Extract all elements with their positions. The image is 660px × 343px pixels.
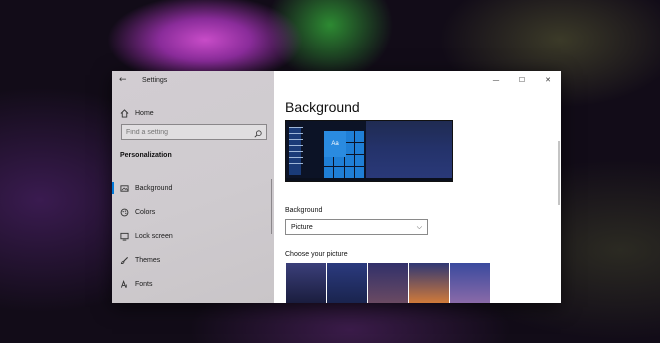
brush-icon (120, 256, 129, 265)
preview-taskbar (286, 178, 452, 181)
title-bar: ← Settings (112, 71, 274, 89)
sidebar-item-fonts[interactable]: Fonts (112, 272, 274, 296)
image-icon (120, 184, 129, 193)
choose-picture-label: Choose your picture (285, 251, 348, 258)
sidebar-item-label: Background (135, 184, 173, 192)
home-icon (120, 108, 129, 118)
home-nav-item[interactable]: Home (112, 101, 154, 125)
window-controls: — ☐ ✕ (483, 71, 561, 89)
sidebar-item-label: Lock screen (135, 232, 173, 240)
sidebar-item-lock-screen[interactable]: Lock screen (112, 224, 274, 248)
background-field-label: Background (285, 207, 323, 214)
picture-thumbnail[interactable] (286, 263, 326, 303)
palette-icon (120, 208, 129, 217)
preview-list-lines (289, 127, 303, 169)
sidebar-item-label: Fonts (135, 280, 153, 288)
section-title: Personalization (120, 152, 172, 159)
sidebar: ← Settings Home Personalization Backgrou… (112, 71, 274, 303)
search-box[interactable] (121, 124, 267, 140)
lock-screen-icon (120, 232, 129, 241)
picture-thumbnail[interactable] (368, 263, 408, 303)
main-scrollbar[interactable] (558, 141, 560, 205)
sidebar-item-label: Themes (135, 256, 161, 264)
maximize-button[interactable]: ☐ (509, 71, 535, 89)
picture-thumbnail[interactable] (450, 263, 490, 303)
picture-thumbnail[interactable] (327, 263, 367, 303)
close-button[interactable]: ✕ (535, 71, 561, 89)
window-title: Settings (142, 76, 168, 84)
dropdown-value: Picture (291, 223, 313, 231)
search-input[interactable] (126, 128, 246, 136)
background-preview: Aa (285, 120, 453, 182)
settings-window: ← Settings Home Personalization Backgrou… (112, 71, 561, 303)
page-title: Background (285, 99, 360, 115)
sidebar-item-themes[interactable]: Themes (112, 248, 274, 272)
back-arrow-icon[interactable]: ← (119, 75, 133, 85)
picture-thumbnail[interactable] (409, 263, 449, 303)
main-pane: — ☐ ✕ Background Aa Background Picture ⌵… (274, 71, 561, 303)
nav-list: Background Colors Lock screen Themes Fon… (112, 176, 274, 296)
sidebar-item-colors[interactable]: Colors (112, 200, 274, 224)
background-type-dropdown[interactable]: Picture ⌵ (285, 219, 428, 235)
sidebar-item-background[interactable]: Background (112, 176, 274, 200)
chevron-down-icon: ⌵ (416, 222, 422, 231)
sidebar-item-label: Colors (135, 208, 156, 216)
sidebar-scrollbar[interactable] (271, 179, 272, 234)
preview-start-menu: Aa (286, 121, 366, 181)
home-label: Home (135, 109, 154, 117)
font-icon (120, 279, 129, 289)
picture-thumbnails (286, 263, 490, 303)
minimize-button[interactable]: — (483, 71, 509, 89)
search-icon[interactable] (254, 123, 262, 142)
preview-accent-tile: Aa (324, 131, 346, 157)
